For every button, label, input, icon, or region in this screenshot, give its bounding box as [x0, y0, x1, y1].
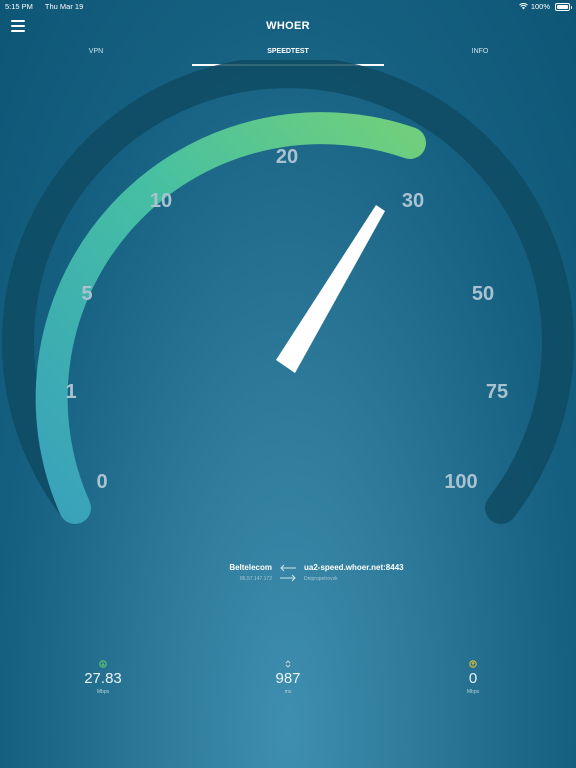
isp-ip: 86.57.147.172	[240, 576, 272, 582]
battery-percent: 100%	[530, 2, 550, 11]
gauge-tick-label: 20	[276, 146, 298, 168]
download-icon	[99, 660, 107, 668]
speed-gauge: 0 1 5 10 20 30 50 75 100	[2, 60, 574, 524]
gauge-needle	[276, 205, 385, 373]
ping-icon	[285, 660, 291, 668]
gauge-tick-label: 10	[150, 190, 172, 212]
server-host[interactable]: ua2-speed.whoer.net:8443	[304, 563, 404, 572]
isp-name: Beltelecom	[229, 563, 272, 572]
download-unit: Mbps	[96, 689, 110, 695]
server-city: Dnipropetrovsk	[304, 576, 338, 582]
ping-value: 987	[275, 670, 301, 687]
upload-stat: 0 Mbps	[433, 660, 513, 695]
download-value: 27.83	[84, 670, 122, 687]
gauge-tick-label: 100	[444, 471, 477, 493]
gauge-tick-label: 50	[472, 283, 494, 305]
status-time: 5:15 PM	[5, 2, 33, 11]
upload-icon	[469, 660, 477, 668]
ping-unit: ms	[284, 689, 292, 695]
battery-icon	[555, 2, 572, 11]
ping-stat: 987 ms	[248, 660, 328, 695]
connection-info: Beltelecom 86.57.147.172 ua2-speed.whoer…	[0, 560, 576, 590]
gauge-tick-label: 75	[486, 381, 508, 403]
wifi-icon	[518, 3, 528, 10]
nav-bar: WHOER	[0, 12, 576, 40]
status-date: Thu Mar 19	[44, 2, 84, 11]
gauge-tick-label: 1	[65, 381, 76, 403]
app-title: WHOER	[266, 20, 310, 32]
upload-unit: Mbps	[466, 689, 480, 695]
gauge-progress-arc	[35, 112, 426, 524]
gauge-tick-label: 30	[402, 190, 424, 212]
download-stat: 27.83 Mbps	[63, 660, 143, 695]
gauge-tick-label: 5	[81, 283, 92, 305]
gauge-tick-label: 0	[96, 471, 107, 493]
exchange-arrows-icon	[280, 564, 296, 582]
status-bar: 5:15 PM Thu Mar 19 100%	[0, 0, 576, 12]
upload-value: 0	[468, 670, 478, 687]
